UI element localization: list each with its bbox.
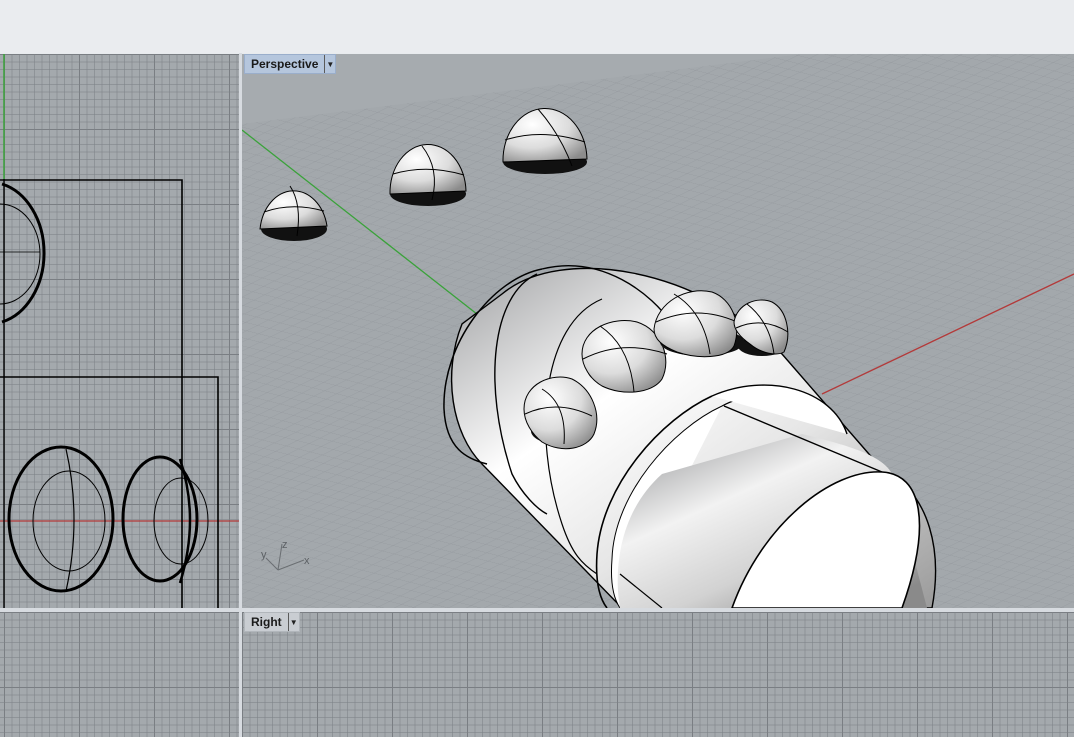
triangle-down-icon[interactable]: ▼: [324, 55, 335, 73]
tab-right[interactable]: Right ▼: [244, 612, 300, 632]
triangle-down-icon[interactable]: ▼: [287, 613, 299, 631]
toolbar-area: [0, 0, 1074, 53]
right-viewport[interactable]: Right ▼: [242, 612, 1074, 737]
right-label: Right: [251, 615, 282, 629]
dome-meridian-1: [65, 448, 75, 592]
viewport-divider-vertical[interactable]: [239, 53, 242, 737]
tab-perspective[interactable]: Perspective ▼: [244, 54, 337, 74]
gizmo-y-label: y: [261, 549, 267, 561]
dome-7: [733, 299, 789, 356]
gizmo-z-label: z: [282, 539, 288, 551]
inner-circle: [0, 203, 41, 305]
viewport-divider-horizontal[interactable]: [0, 608, 1074, 612]
top-viewport[interactable]: [0, 54, 239, 608]
front-viewport[interactable]: [0, 612, 239, 737]
perspective-viewport[interactable]: x y z Perspective ▼: [242, 54, 1074, 608]
upper-rectangle: [0, 179, 183, 608]
perspective-label: Perspective: [251, 57, 319, 71]
gizmo-x-label: x: [304, 555, 310, 567]
